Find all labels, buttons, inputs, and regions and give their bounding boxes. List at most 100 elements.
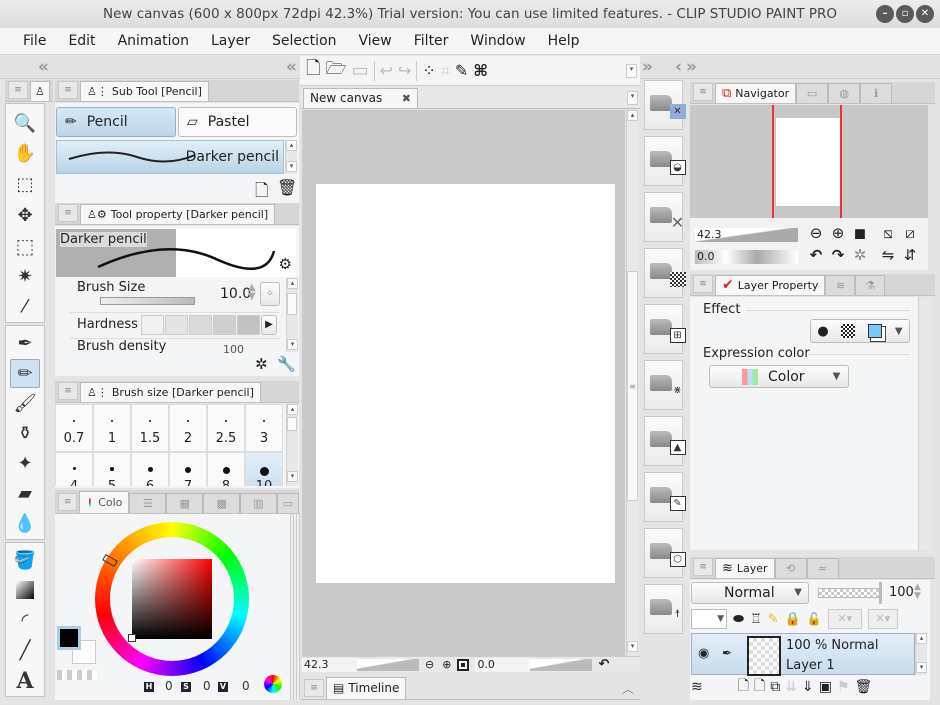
brush-size-cell[interactable]: 7: [169, 452, 207, 486]
canvas-rotation-value[interactable]: 0.0: [475, 657, 531, 672]
canvas-rotation-slider[interactable]: [530, 658, 593, 671]
flip-horizontal-icon[interactable]: ⇋: [878, 246, 898, 264]
intermediate-color-tab[interactable]: ▩: [203, 493, 241, 513]
reset-property-icon[interactable]: ✲: [255, 355, 268, 373]
visibility-eye-icon[interactable]: ◉: [698, 646, 709, 661]
transparent-color[interactable]: [57, 670, 97, 680]
eyedropper-tool-icon[interactable]: ⁄: [10, 292, 40, 322]
expand-right-icon[interactable]: »: [686, 56, 697, 78]
figure-tool-icon[interactable]: ◜: [10, 606, 40, 635]
opacity-value[interactable]: 100: [889, 585, 914, 600]
scroll-thumb[interactable]: ≡: [627, 271, 638, 501]
canvas-viewport[interactable]: [302, 110, 625, 656]
history-tab[interactable]: ≈: [806, 558, 839, 578]
menu-animation[interactable]: Animation: [107, 28, 200, 55]
scroll-up-icon[interactable]: ▴: [287, 278, 298, 289]
navigator-zoom-in-icon[interactable]: ⊕: [828, 224, 848, 242]
effect-selector[interactable]: ● ▼: [810, 319, 910, 343]
zoom-in-icon[interactable]: ⊕: [442, 658, 451, 671]
layer-stack-icon[interactable]: ≋: [691, 679, 703, 695]
menu-edit[interactable]: Edit: [57, 28, 106, 55]
navigator-menu-icon[interactable]: ≡: [693, 83, 713, 101]
layer-search-tab[interactable]: ≋: [825, 275, 856, 295]
brush-size-cell[interactable]: 3: [245, 404, 283, 452]
scroll-thumb[interactable]: [287, 293, 297, 315]
layer-menu-icon[interactable]: ≡: [693, 558, 713, 576]
subtool-menu-icon[interactable]: ≡: [58, 81, 78, 99]
sv-cursor[interactable]: [128, 634, 136, 642]
layer-name[interactable]: Layer 1: [786, 658, 835, 673]
line-tool-icon[interactable]: ╱: [10, 636, 40, 665]
menu-layer[interactable]: Layer: [200, 28, 261, 55]
brush-size-cell[interactable]: 5: [93, 452, 131, 486]
minimize-icon[interactable]: –: [876, 5, 894, 23]
enable-mask-button[interactable]: ✕▾: [827, 609, 862, 629]
color-set-tab[interactable]: ▦: [166, 493, 204, 513]
scroll-up-icon[interactable]: ▴: [916, 633, 927, 644]
new-canvas-icon[interactable]: 🗋: [306, 56, 320, 86]
hand-tool-icon[interactable]: ✋: [10, 139, 40, 169]
text-tool-icon[interactable]: A: [10, 666, 40, 695]
layer-list-scrollbar[interactable]: ▴ ▾: [915, 633, 927, 675]
layer-property-menu-icon[interactable]: ≡: [693, 275, 713, 293]
selection-dots-icon[interactable]: ⁘: [422, 61, 435, 80]
color-wheel-tab[interactable]: Colo: [79, 491, 130, 513]
collapse-right-icon[interactable]: ‹: [675, 56, 682, 78]
brush-size-value[interactable]: 10.0: [220, 286, 251, 302]
delete-subtool-icon[interactable]: 🗑: [277, 178, 297, 197]
menu-selection[interactable]: Selection: [261, 28, 348, 55]
material-tone-button[interactable]: [644, 248, 686, 298]
canvas-tab[interactable]: New canvas ✖: [303, 88, 418, 108]
value-value[interactable]: 0: [242, 679, 250, 693]
opacity-slider-handle[interactable]: [879, 582, 882, 604]
apply-mask-icon[interactable]: ⚑: [837, 679, 850, 695]
menu-window[interactable]: Window: [459, 28, 536, 55]
color-mode-icon[interactable]: [264, 675, 282, 693]
brush-size-cell[interactable]: 2: [169, 404, 207, 452]
new-folder-icon[interactable]: ⧉: [770, 679, 780, 695]
blend-tool-icon[interactable]: 💧: [10, 509, 40, 538]
brush-size-cell[interactable]: 6: [131, 452, 169, 486]
material-3d-figure-button[interactable]: ☨: [644, 584, 683, 634]
lock-transparent-icon[interactable]: 🔓: [807, 612, 822, 626]
canvas-paper[interactable]: [316, 184, 615, 583]
layer-property-scrollbar[interactable]: [918, 297, 932, 550]
brush-size-cell[interactable]: 2.5: [207, 404, 245, 452]
fill-tool-icon[interactable]: 🪣: [10, 546, 40, 575]
scroll-down-icon[interactable]: ▾: [287, 339, 298, 350]
tool-detail-tab[interactable]: ⚗: [855, 275, 886, 295]
timeline-tab[interactable]: ▤ Timeline: [326, 677, 407, 699]
restore-icon[interactable]: ▫: [896, 5, 914, 23]
hue-value[interactable]: 0: [165, 679, 173, 693]
delete-layer-icon[interactable]: 🗑: [855, 679, 873, 695]
material-effect-button[interactable]: ✕: [644, 192, 684, 242]
toolbox-menu-icon[interactable]: ≡: [8, 81, 28, 99]
expression-color-dropdown[interactable]: Color ▼: [709, 365, 849, 388]
brush-size-dots-button[interactable]: ⁘: [260, 282, 280, 306]
color-menu-icon[interactable]: ≡: [58, 493, 78, 511]
brush-size-cell[interactable]: 8: [207, 452, 245, 486]
canvas-zoom-slider[interactable]: [357, 658, 419, 671]
free-transform-icon[interactable]: ⌘: [473, 61, 488, 80]
brush-settings-icon[interactable]: ⚙: [279, 255, 292, 273]
brush-size-tab[interactable]: ♙⋮ Brush size [Darker pencil]: [80, 382, 261, 402]
material-speed-lines-button[interactable]: ⋇: [644, 360, 683, 410]
material-background-button[interactable]: ▲: [644, 416, 686, 466]
clip-layer-icon[interactable]: ⬬: [733, 612, 744, 627]
navigator-rotation-slider[interactable]: 0.0: [695, 250, 798, 264]
subtool-group-pastel[interactable]: ▱ Pastel: [178, 107, 297, 137]
animation-cels-tab[interactable]: ⟲: [774, 558, 807, 578]
navigator-fit-icon[interactable]: ◼: [850, 224, 870, 242]
save-icon[interactable]: ▭: [352, 60, 369, 81]
color-slider-tab[interactable]: ☰: [129, 493, 167, 513]
close-icon[interactable]: ✕: [916, 5, 934, 23]
navigator-preview[interactable]: [690, 105, 928, 218]
scroll-down-icon[interactable]: ▾: [287, 471, 298, 482]
new-vector-layer-icon[interactable]: 🗋: [754, 675, 765, 699]
navigator-view-frame[interactable]: [772, 105, 842, 218]
opacity-slider[interactable]: [818, 588, 880, 598]
transform-icon[interactable]: ⌗: [441, 61, 450, 81]
gradient-tool-icon[interactable]: [10, 576, 40, 605]
pen-tool-icon[interactable]: ✒: [10, 329, 40, 358]
expand-timeline-icon[interactable]: ︿: [622, 680, 634, 697]
